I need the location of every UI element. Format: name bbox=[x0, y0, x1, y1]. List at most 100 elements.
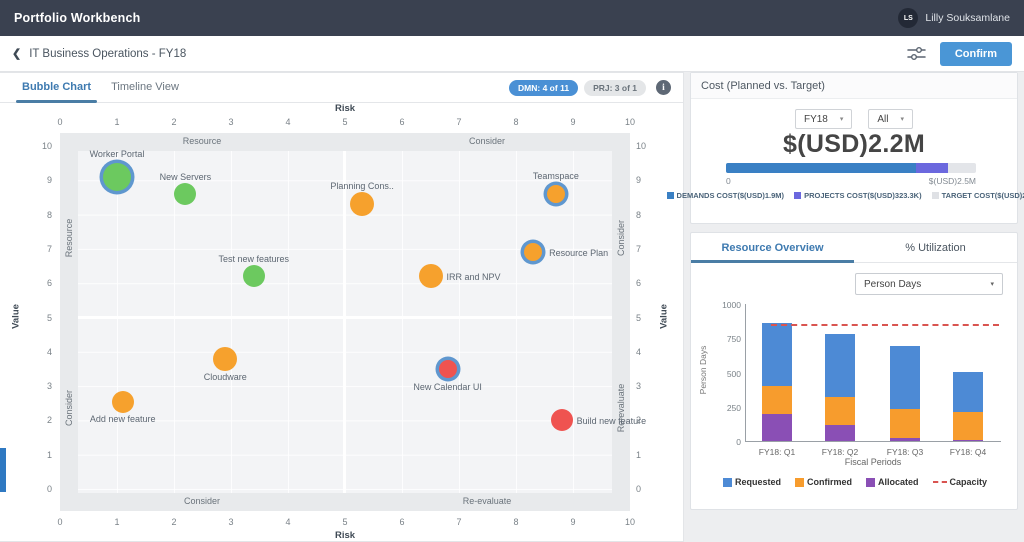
bubble-build-new-feature[interactable] bbox=[551, 409, 573, 431]
y-axis-label-left: Value bbox=[11, 287, 22, 347]
cost-scale-min: 0 bbox=[726, 176, 731, 186]
bubble-label: Teamspace bbox=[533, 171, 579, 181]
bar-y-tick: 1000 bbox=[709, 300, 741, 310]
resource-legend-item[interactable]: Confirmed bbox=[795, 477, 852, 487]
bar-allocated-3[interactable] bbox=[890, 438, 920, 441]
cost-legend-label: DEMANDS COST($(USD)1.9M) bbox=[677, 191, 785, 200]
x-tick: 3 bbox=[221, 517, 241, 527]
legend-swatch bbox=[667, 192, 674, 199]
cost-legend-item: PROJECTS COST($(USD)323.3K) bbox=[794, 191, 922, 200]
bar-allocated-4[interactable] bbox=[953, 440, 983, 441]
x-axis-label-bottom: Risk bbox=[60, 530, 630, 541]
bar-requested-1[interactable] bbox=[762, 323, 792, 386]
tab-bubble-chart[interactable]: Bubble Chart bbox=[12, 73, 101, 102]
y-tick: 7 bbox=[636, 244, 658, 254]
quadrant-divider-horizontal bbox=[78, 316, 612, 319]
resource-legend-item[interactable]: Requested bbox=[723, 477, 781, 487]
legend-swatch bbox=[795, 478, 804, 487]
quadrant-label-right-top: Consider bbox=[616, 198, 626, 278]
y-tick: 0 bbox=[30, 484, 52, 494]
cost-scale-max: $(USD)2.5M bbox=[929, 176, 976, 186]
y-tick: 6 bbox=[30, 278, 52, 288]
bubble-label: Resource Plan bbox=[549, 248, 608, 258]
bar-requested-2[interactable] bbox=[825, 334, 855, 397]
cost-legend-item: DEMANDS COST($(USD)1.9M) bbox=[667, 191, 785, 200]
bubble-teamspace[interactable] bbox=[547, 185, 565, 203]
tab-resource-overview[interactable]: Resource Overview bbox=[691, 233, 854, 262]
bubble-add-new-feature[interactable] bbox=[112, 391, 134, 413]
y-tick: 8 bbox=[30, 210, 52, 220]
resource-card: Resource Overview % Utilization Person D… bbox=[690, 232, 1018, 510]
resource-legend-label: Capacity bbox=[950, 477, 988, 487]
x-tick: 6 bbox=[392, 517, 412, 527]
bar-allocated-2[interactable] bbox=[825, 425, 855, 441]
bar-category-label: FY18: Q3 bbox=[875, 447, 935, 457]
x-tick: 3 bbox=[221, 117, 241, 127]
cost-legend-item: TARGET COST($(USD)2.5M) bbox=[932, 191, 1024, 200]
y-tick: 5 bbox=[636, 313, 658, 323]
bubble-label: Cloudware bbox=[204, 372, 247, 382]
filter-sliders-icon[interactable] bbox=[907, 46, 926, 61]
breadcrumb-label: IT Business Operations - FY18 bbox=[29, 48, 186, 60]
y-tick: 5 bbox=[30, 313, 52, 323]
quadrant-label-left-bottom: Consider bbox=[64, 368, 74, 448]
bar-requested-4[interactable] bbox=[953, 372, 983, 412]
x-tick: 4 bbox=[278, 117, 298, 127]
tab-utilization[interactable]: % Utilization bbox=[854, 233, 1017, 262]
bubble-test-new-features[interactable] bbox=[243, 265, 265, 287]
cost-segment bbox=[916, 163, 948, 173]
bar-confirmed-2[interactable] bbox=[825, 397, 855, 424]
y-tick: 1 bbox=[636, 450, 658, 460]
top-app-bar: Portfolio Workbench LS Lilly Souksamlane bbox=[0, 0, 1024, 36]
bar-allocated-1[interactable] bbox=[762, 414, 792, 441]
fiscal-year-select[interactable]: FY18 ▾ bbox=[795, 109, 852, 129]
bar-confirmed-4[interactable] bbox=[953, 412, 983, 439]
bar-category-label: FY18: Q1 bbox=[747, 447, 807, 457]
y-axis-label-right: Value bbox=[659, 287, 670, 347]
user-name: Lilly Souksamlane bbox=[925, 12, 1010, 24]
user-avatar[interactable]: LS bbox=[898, 8, 918, 28]
user-menu[interactable]: LS Lilly Souksamlane bbox=[898, 8, 1010, 28]
x-tick: 8 bbox=[506, 117, 526, 127]
chart-tabs: Bubble Chart Timeline View DMN: 4 of 11 … bbox=[0, 73, 683, 103]
resource-legend-label: Confirmed bbox=[807, 477, 852, 487]
tab-timeline-view[interactable]: Timeline View bbox=[101, 73, 189, 102]
x-tick: 2 bbox=[164, 517, 184, 527]
bubble-new-calendar-ui[interactable] bbox=[439, 360, 457, 378]
resource-legend-item[interactable]: Capacity bbox=[933, 477, 988, 487]
confirm-button[interactable]: Confirm bbox=[940, 42, 1012, 66]
y-tick: 10 bbox=[30, 141, 52, 151]
side-drawer-handle[interactable] bbox=[0, 448, 6, 492]
portfolio-workbench-app: Portfolio Workbench LS Lilly Souksamlane… bbox=[0, 0, 1024, 542]
bubble-label: Test new features bbox=[219, 254, 290, 264]
cost-card-title: Cost (Planned vs. Target) bbox=[691, 73, 1017, 99]
bubble-chart-card: Bubble Chart Timeline View DMN: 4 of 11 … bbox=[0, 72, 684, 542]
legend-swatch bbox=[932, 192, 939, 199]
bar-x-axis-label: Fiscal Periods bbox=[745, 457, 1001, 467]
cost-card: Cost (Planned vs. Target) FY18 ▾ All ▾ $… bbox=[690, 72, 1018, 224]
quadrant-label-bottom-right: Re-evaluate bbox=[463, 496, 512, 506]
bubble-irr-and-npv[interactable] bbox=[419, 264, 443, 288]
bubble-cloudware[interactable] bbox=[213, 347, 237, 371]
unit-select[interactable]: Person Days ▾ bbox=[855, 273, 1003, 295]
bar-confirmed-3[interactable] bbox=[890, 409, 920, 437]
x-tick: 6 bbox=[392, 117, 412, 127]
bubble-plot-area: ResourceConsiderConsiderRe-evaluateResou… bbox=[60, 133, 630, 511]
bubble-worker-portal[interactable] bbox=[103, 163, 131, 191]
x-tick: 9 bbox=[563, 117, 583, 127]
bubble-label: IRR and NPV bbox=[447, 272, 501, 282]
back-chevron-icon[interactable]: ❮ bbox=[12, 47, 21, 60]
app-title: Portfolio Workbench bbox=[14, 11, 141, 25]
caret-down-icon: ▾ bbox=[840, 115, 844, 123]
scope-select[interactable]: All ▾ bbox=[868, 109, 913, 129]
badge-projects-count[interactable]: PRJ: 3 of 1 bbox=[584, 80, 646, 96]
y-tick: 3 bbox=[30, 381, 52, 391]
info-icon[interactable]: i bbox=[656, 80, 671, 95]
resource-legend-item[interactable]: Allocated bbox=[866, 477, 919, 487]
badge-demands-count[interactable]: DMN: 4 of 11 bbox=[509, 80, 578, 96]
bar-y-tick: 250 bbox=[709, 403, 741, 413]
fiscal-year-value: FY18 bbox=[804, 114, 828, 125]
bar-confirmed-1[interactable] bbox=[762, 386, 792, 413]
bar-requested-3[interactable] bbox=[890, 346, 920, 410]
breadcrumb[interactable]: ❮ IT Business Operations - FY18 bbox=[12, 47, 186, 60]
